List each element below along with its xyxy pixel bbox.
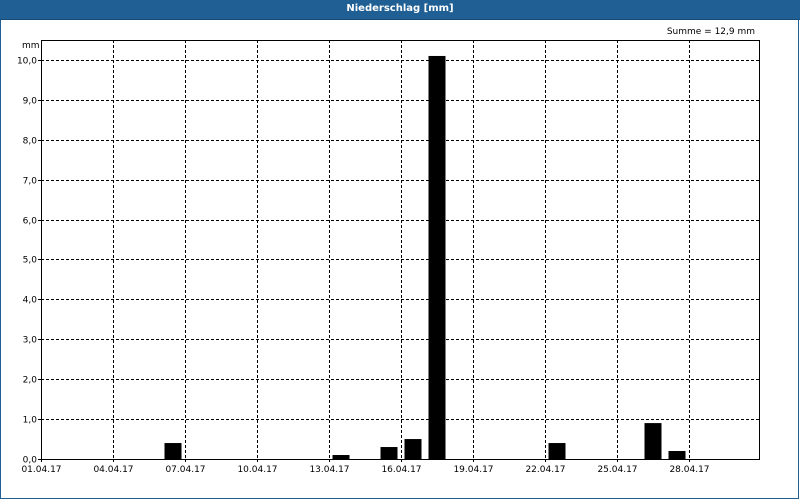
- x-tick-label: 13.04.17: [309, 465, 349, 475]
- y-tick-label: 8,0: [23, 137, 38, 147]
- bar: [548, 443, 566, 459]
- y-tick-label: 6,0: [23, 217, 38, 227]
- y-tick-label: 0,0: [23, 456, 38, 466]
- x-tick-label: 04.04.17: [93, 465, 133, 475]
- y-tick-label: 10,0: [17, 57, 37, 67]
- x-tick-label: 07.04.17: [165, 465, 205, 475]
- x-tick-label: 01.04.17: [21, 465, 61, 475]
- bar: [644, 423, 662, 459]
- bar: [428, 55, 446, 459]
- bar: [332, 455, 350, 459]
- y-tick-label: 1,0: [23, 416, 38, 426]
- y-tick-label: 3,0: [23, 336, 38, 346]
- y-axis-unit-label: mm: [22, 41, 40, 51]
- x-tick-label: 22.04.17: [525, 465, 565, 475]
- bar: [164, 443, 182, 459]
- y-tick-label: 7,0: [23, 177, 38, 187]
- bar: [380, 447, 398, 459]
- x-tick-label: 25.04.17: [597, 465, 637, 475]
- plot-area: [41, 40, 760, 459]
- y-tick-label: 2,0: [23, 376, 38, 386]
- x-tick-label: 10.04.17: [237, 465, 277, 475]
- summary-label: Summe = 12,9 mm: [667, 27, 755, 37]
- x-tick-label: 19.04.17: [453, 465, 493, 475]
- y-tick-label: 9,0: [23, 97, 38, 107]
- x-tick-label: 16.04.17: [381, 465, 421, 475]
- y-tick-label: 5,0: [23, 256, 38, 266]
- y-tick-label: 4,0: [23, 296, 38, 306]
- bar: [668, 451, 686, 459]
- precipitation-chart: 0,0 1,0 2,0 3,0 4,0 5,0 6,0 7,0 8,0 9,0 10,0 01.04.…: [17, 27, 760, 475]
- x-tick-label: 28.04.17: [669, 465, 709, 475]
- bar: [404, 439, 422, 459]
